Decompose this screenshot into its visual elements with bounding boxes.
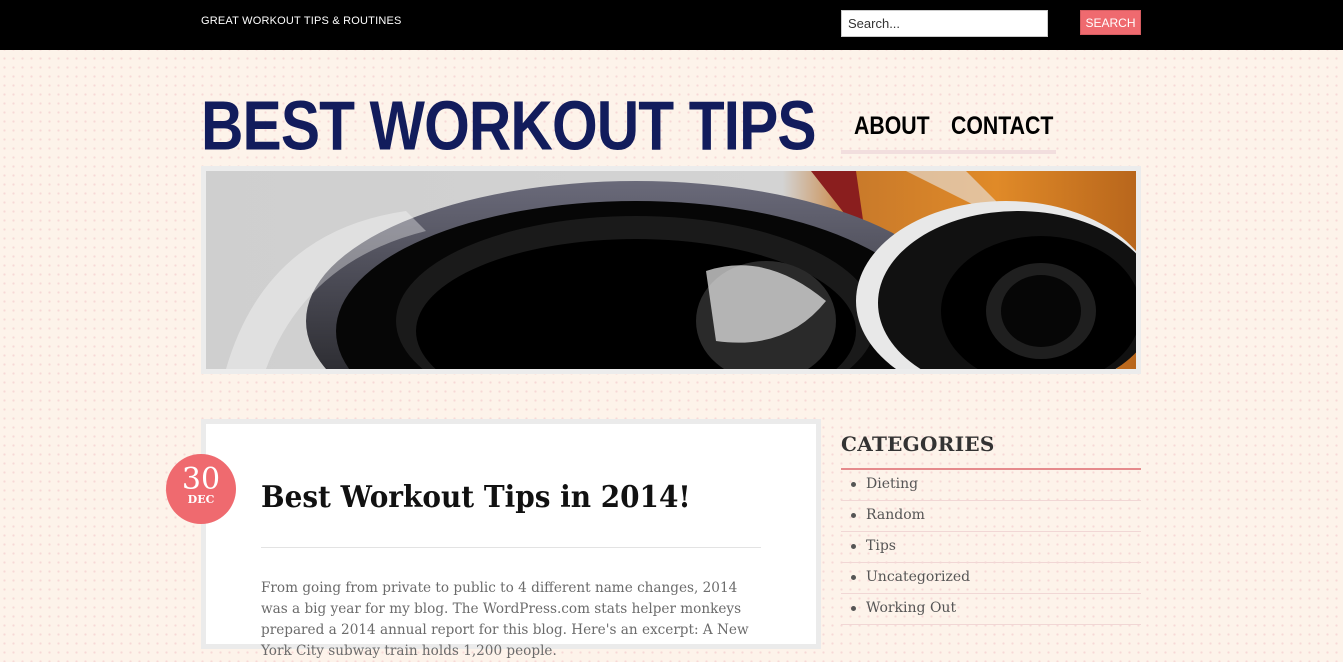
category-label[interactable]: Dieting — [866, 476, 918, 492]
bullet-icon — [851, 544, 856, 549]
post-divider — [261, 547, 761, 548]
post-date-day: 30 — [181, 462, 221, 497]
site-title[interactable]: BEST WORKOUT TIPS — [201, 80, 817, 170]
post-title[interactable]: Best Workout Tips in 2014! — [261, 478, 691, 518]
category-item-working-out[interactable]: Working Out — [841, 594, 1141, 625]
category-label[interactable]: Random — [866, 507, 925, 523]
search-input[interactable] — [841, 10, 1048, 37]
bullet-icon — [851, 482, 856, 487]
bullet-icon — [851, 513, 856, 518]
nav-item-about[interactable]: ABOUT — [854, 112, 930, 141]
category-item-uncategorized[interactable]: Uncategorized — [841, 563, 1141, 594]
header-image — [201, 166, 1141, 374]
post-excerpt: From going from private to public to 4 d… — [261, 580, 749, 659]
category-item-dieting[interactable]: Dieting — [841, 470, 1141, 501]
post-date-month: DEC — [187, 493, 215, 506]
search-button[interactable]: Search — [1080, 10, 1141, 35]
category-label[interactable]: Uncategorized — [866, 569, 970, 585]
main-nav: ABOUT CONTACT — [841, 108, 1056, 154]
category-label[interactable]: Working Out — [866, 600, 956, 616]
category-item-tips[interactable]: Tips — [841, 532, 1141, 563]
nav-item-contact[interactable]: CONTACT — [951, 112, 1053, 141]
category-list: Dieting Random Tips Uncategorized Workin… — [841, 470, 1141, 625]
bullet-icon — [851, 606, 856, 611]
categories-widget-title: CATEGORIES — [841, 432, 995, 456]
top-bar: GREAT WORKOUT TIPS & ROUTINES Search — [0, 0, 1343, 50]
post-date-badge: 30 DEC — [166, 454, 236, 524]
bullet-icon — [851, 575, 856, 580]
category-item-random[interactable]: Random — [841, 501, 1141, 532]
category-label[interactable]: Tips — [866, 538, 896, 554]
site-tagline: GREAT WORKOUT TIPS & ROUTINES — [201, 15, 402, 27]
